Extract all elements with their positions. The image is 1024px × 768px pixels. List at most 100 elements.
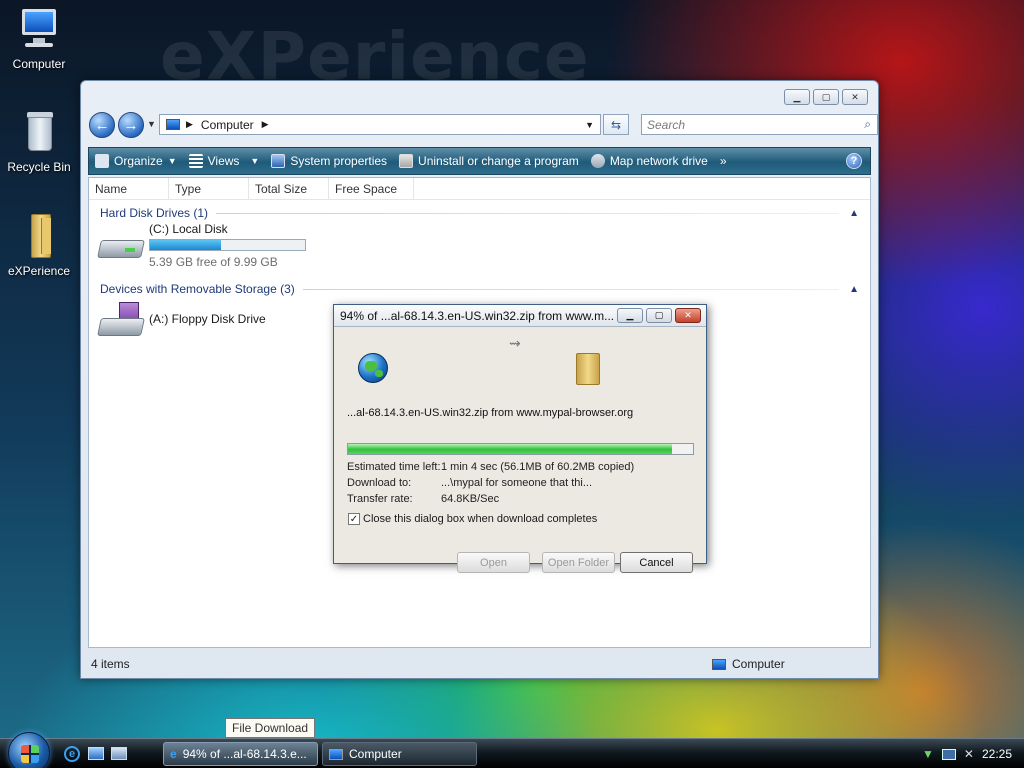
folder-icon — [576, 353, 600, 385]
desktop-icon-label: Computer — [12, 57, 66, 71]
status-bar: 4 items Computer — [88, 650, 871, 678]
drive-usage-fill — [150, 240, 222, 250]
minimize-button[interactable]: ▁ — [784, 89, 810, 105]
system-tray: ▼ ✕ 22:25 — [914, 739, 1024, 768]
download-to-label: Download to: — [347, 477, 412, 489]
drive-usage-bar — [149, 239, 306, 251]
show-desktop-icon[interactable] — [88, 747, 104, 760]
desktop-icon-label: Recycle Bin — [7, 160, 71, 174]
desktop-icon-recycle-bin[interactable]: Recycle Bin — [1, 108, 77, 174]
windows-logo-icon — [21, 745, 39, 763]
forward-button[interactable]: → — [118, 112, 144, 138]
dialog-body: ⇝ ...al-68.14.3.en-US.win32.zip from www… — [347, 327, 694, 573]
dialog-minimize-button[interactable]: ▁ — [617, 308, 643, 323]
computer-icon — [712, 658, 726, 670]
close-when-done-label: Close this dialog box when download comp… — [363, 513, 598, 525]
drive-item-a[interactable]: (A:) Floppy Disk Drive — [97, 300, 266, 344]
views-button[interactable]: Views ▼ — [188, 154, 260, 168]
close-when-done-option[interactable]: ✓ Close this dialog box when download co… — [348, 513, 597, 525]
safely-remove-icon[interactable]: ▼ — [922, 747, 934, 761]
start-button[interactable] — [8, 732, 50, 768]
column-headers: Name Type Total Size Free Space — [89, 178, 870, 200]
close-button[interactable]: ✕ — [842, 89, 868, 105]
taskbar-tooltip: File Download — [225, 718, 316, 738]
help-icon[interactable]: ? — [846, 153, 862, 169]
address-dropdown-icon[interactable]: ▼ — [585, 120, 594, 130]
organize-label: Organize — [114, 154, 163, 168]
transfer-rate-row: Transfer rate: 64.8KB/Sec — [347, 493, 499, 505]
organize-button[interactable]: Organize ▼ — [95, 154, 177, 168]
refresh-button[interactable]: ⇆ — [603, 114, 629, 135]
views-label: Views — [207, 154, 240, 168]
search-input[interactable]: Search ⌕ — [641, 114, 878, 135]
search-icon[interactable]: ⌕ — [864, 117, 871, 132]
chevron-down-icon: ▼ — [250, 156, 260, 166]
volume-muted-icon[interactable]: ✕ — [964, 747, 974, 761]
dialog-maximize-button[interactable]: ▢ — [646, 308, 672, 323]
status-location: Computer — [732, 657, 785, 671]
collapse-icon[interactable]: ▲ — [849, 284, 859, 295]
uninstall-program-button[interactable]: Uninstall or change a program — [399, 154, 579, 168]
group-title: Devices with Removable Storage (3) — [100, 282, 295, 296]
desktop-icon-label: eXPerience — [7, 264, 71, 278]
drive-label: (C:) Local Disk — [149, 222, 228, 236]
download-to-value: ...\mypal for someone that thi... — [441, 477, 593, 489]
switch-windows-icon[interactable] — [111, 747, 127, 760]
group-header-hard-disks[interactable]: Hard Disk Drives (1) ▲ — [100, 204, 859, 222]
search-placeholder: Search — [647, 117, 686, 132]
taskbar: e e 94% of ...al-68.14.3.e... Computer ▼… — [0, 732, 1024, 768]
system-properties-label: System properties — [290, 154, 388, 168]
internet-explorer-icon: e — [170, 747, 177, 761]
collapse-icon[interactable]: ▲ — [849, 208, 859, 219]
transfer-rate-value: 64.8KB/Sec — [441, 493, 500, 505]
cancel-button[interactable]: Cancel — [620, 552, 693, 573]
taskbar-button-label: 94% of ...al-68.14.3.e... — [182, 747, 307, 761]
column-header-type[interactable]: Type — [169, 178, 249, 200]
address-bar[interactable]: ▶ Computer ▶ ▼ — [159, 114, 601, 135]
hard-drive-icon — [97, 230, 145, 266]
network-icon[interactable] — [941, 748, 956, 760]
computer-icon — [166, 119, 180, 130]
download-to-row: Download to: ...\mypal for someone that … — [347, 477, 592, 489]
group-divider — [216, 212, 840, 214]
maximize-button[interactable]: ▢ — [813, 89, 839, 105]
map-network-drive-label: Map network drive — [609, 154, 708, 168]
more-commands-button[interactable]: » — [720, 154, 727, 168]
open-folder-button[interactable]: Open Folder — [542, 552, 615, 573]
download-progress-fill — [348, 444, 673, 454]
open-button[interactable]: Open — [457, 552, 530, 573]
column-header-free-space[interactable]: Free Space — [329, 178, 414, 200]
drive-free-space: 5.39 GB free of 9.99 GB — [149, 255, 278, 269]
desktop-icon-computer[interactable]: Computer — [1, 5, 77, 71]
dialog-close-button[interactable]: ✕ — [675, 308, 701, 323]
group-header-removable[interactable]: Devices with Removable Storage (3) ▲ — [100, 280, 859, 298]
globe-icon — [358, 353, 388, 383]
taskbar-button-computer[interactable]: Computer — [322, 742, 477, 766]
download-progress-bar — [347, 443, 694, 455]
transfer-animation-icon: ⇝ — [509, 335, 521, 351]
programs-icon — [399, 154, 414, 168]
close-when-done-checkbox[interactable]: ✓ — [348, 513, 360, 525]
chevron-right-icon[interactable]: ▶ — [262, 119, 269, 130]
dialog-title-bar[interactable]: 94% of ...al-68.14.3.en-US.win32.zip fro… — [334, 305, 706, 327]
address-location: Computer — [200, 117, 254, 132]
recent-pages-icon[interactable]: ▼ — [147, 119, 156, 129]
more-commands-label: » — [719, 154, 727, 168]
column-header-name[interactable]: Name — [89, 178, 169, 200]
map-network-drive-button[interactable]: Map network drive — [590, 154, 708, 168]
uninstall-program-label: Uninstall or change a program — [418, 154, 579, 168]
drive-item-c[interactable]: (C:) Local Disk 5.39 GB free of 9.99 GB — [97, 222, 306, 269]
time-left-row: Estimated time left: 1 min 4 sec (56.1MB… — [347, 461, 634, 473]
chevron-down-icon: ▼ — [167, 156, 177, 166]
internet-explorer-icon[interactable]: e — [64, 746, 80, 762]
system-properties-button[interactable]: System properties — [271, 154, 387, 168]
chevron-right-icon: ▶ — [186, 119, 193, 129]
column-header-total-size[interactable]: Total Size — [249, 178, 329, 200]
download-source: ...al-68.14.3.en-US.win32.zip from www.m… — [347, 407, 634, 419]
taskbar-button-download[interactable]: e 94% of ...al-68.14.3.e... — [163, 742, 318, 766]
drive-label: (A:) Floppy Disk Drive — [149, 312, 266, 326]
time-left-label: Estimated time left: — [347, 461, 441, 473]
clock[interactable]: 22:25 — [982, 747, 1012, 761]
desktop-icon-experience[interactable]: eXPerience — [1, 212, 77, 278]
back-button[interactable]: ← — [89, 112, 115, 138]
